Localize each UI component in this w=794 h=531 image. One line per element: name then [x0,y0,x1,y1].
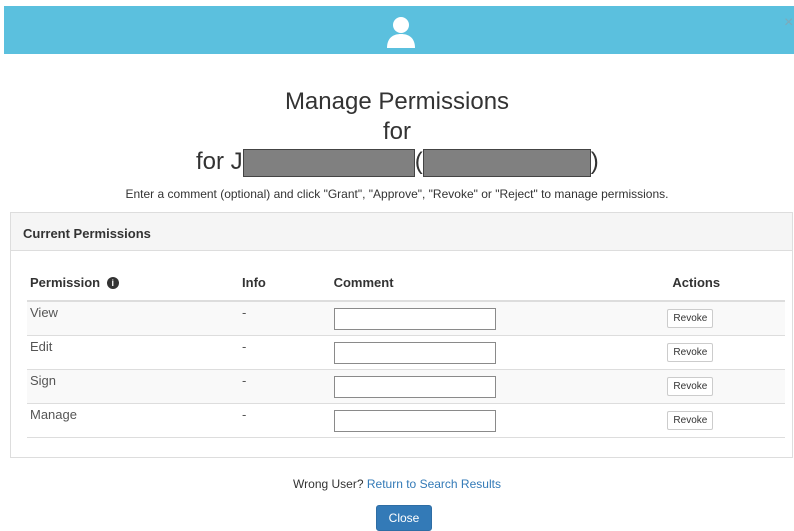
redacted-user-name [242,148,415,177]
comment-input-edit[interactable] [333,341,496,364]
panel-heading: Current Permissions [11,213,792,251]
permissions-table: Permission i Info Comment Actions View -… [27,271,785,438]
return-to-search-link[interactable]: Return to Search Results [367,477,501,491]
permission-name: View [30,305,58,320]
close-paren: ) [590,148,599,175]
permission-info: - [242,373,247,388]
table-row: Manage - Revoke [27,403,785,438]
permission-name: Edit [30,339,53,354]
column-header-info: Info [242,271,334,302]
user-line: for J () [196,146,599,178]
instructions-text: Enter a comment (optional) and click "Gr… [125,187,669,201]
table-row: View - Revoke [27,301,785,336]
permission-info: - [242,339,247,354]
revoke-button-edit[interactable]: Revoke [667,343,714,362]
wrong-user-line: Wrong User? Return to Search Results [0,477,794,491]
revoke-button-manage[interactable]: Revoke [667,411,714,430]
page-subtitle-for: for [382,118,411,145]
close-icon[interactable]: × [784,14,794,32]
revoke-button-sign[interactable]: Revoke [667,377,714,396]
wrong-user-text: Wrong User? [293,477,364,491]
permission-name: Manage [30,407,77,422]
user-icon [387,17,415,48]
page-title: Manage Permissions [284,88,510,115]
user-prefix: for J [196,148,243,175]
column-header-actions: Actions [672,271,785,302]
permission-info: - [242,407,247,422]
open-paren: ( [414,148,423,175]
permission-name: Sign [30,373,57,388]
comment-input-sign[interactable] [333,375,496,398]
permission-header-label: Permission [30,274,101,290]
column-header-comment: Comment [333,271,673,302]
modal-header [4,6,794,54]
table-row: Edit - Revoke [27,335,785,370]
revoke-button-view[interactable]: Revoke [667,309,714,328]
comment-input-view[interactable] [333,307,496,330]
permission-info: - [242,305,247,320]
table-header-row: Permission i Info Comment Actions [27,271,785,302]
redacted-user-id [422,148,591,177]
permissions-panel: Current Permissions Permission i Info Co… [10,212,793,458]
info-icon[interactable]: i [106,277,119,290]
table-row: Sign - Revoke [27,369,785,404]
close-button[interactable]: Close [376,505,432,531]
column-header-permission: Permission i [27,271,243,302]
comment-input-manage[interactable] [333,409,496,432]
